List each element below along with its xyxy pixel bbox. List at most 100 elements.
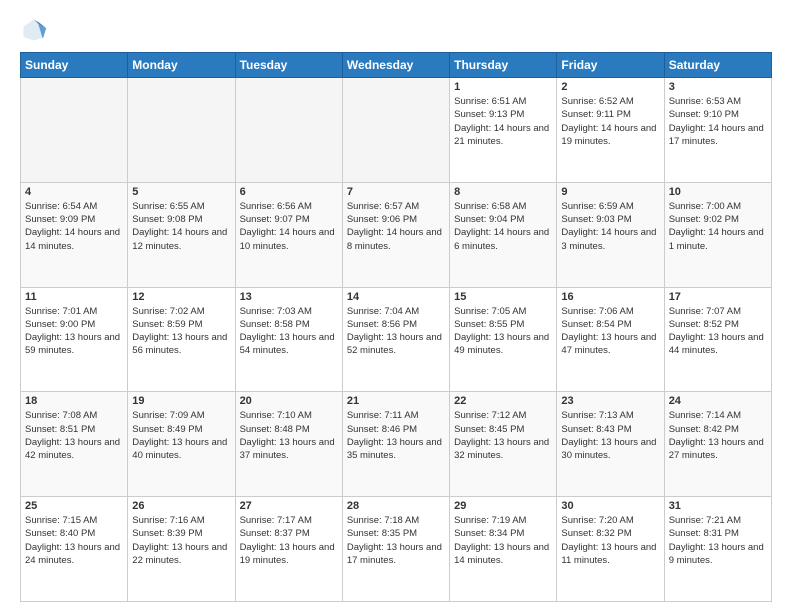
day-header-saturday: Saturday (664, 53, 771, 78)
day-info: Sunrise: 7:03 AMSunset: 8:58 PMDaylight:… (240, 306, 335, 357)
day-cell: 22 Sunrise: 7:12 AMSunset: 8:45 PMDayligh… (450, 392, 557, 497)
day-number: 17 (669, 291, 767, 303)
day-info: Sunrise: 7:13 AMSunset: 8:43 PMDaylight:… (561, 410, 656, 461)
day-cell: 5 Sunrise: 6:55 AMSunset: 9:08 PMDaylight… (128, 182, 235, 287)
day-cell (21, 78, 128, 183)
day-cell: 10 Sunrise: 7:00 AMSunset: 9:02 PMDayligh… (664, 182, 771, 287)
day-cell: 9Sunrise: 6:59 AMSunset: 9:03 PMDaylight… (557, 182, 664, 287)
day-number: 15 (454, 291, 552, 303)
day-info: Sunrise: 7:02 AMSunset: 8:59 PMDaylight:… (132, 306, 227, 357)
day-cell: 2Sunrise: 6:52 AMSunset: 9:11 PMDaylight… (557, 78, 664, 183)
day-number: 25 (25, 500, 123, 512)
day-number: 8 (454, 186, 552, 198)
day-cell (128, 78, 235, 183)
day-number: 27 (240, 500, 338, 512)
day-number: 19 (132, 395, 230, 407)
day-header-friday: Friday (557, 53, 664, 78)
week-row-4: 18 Sunrise: 7:08 AMSunset: 8:51 PMDayligh… (21, 392, 772, 497)
day-number: 18 (25, 395, 123, 407)
day-info: Sunrise: 7:15 AMSunset: 8:40 PMDaylight:… (25, 515, 120, 566)
day-number: 7 (347, 186, 445, 198)
day-cell: 3 Sunrise: 6:53 AMSunset: 9:10 PMDaylight… (664, 78, 771, 183)
day-info: Sunrise: 7:21 AMSunset: 8:31 PMDaylight:… (669, 515, 764, 566)
day-number: 24 (669, 395, 767, 407)
day-info: Sunrise: 7:00 AMSunset: 9:02 PMDaylight:… (669, 201, 764, 252)
day-info: Sunrise: 6:57 AMSunset: 9:06 PMDaylight:… (347, 201, 442, 252)
day-number: 22 (454, 395, 552, 407)
day-header-monday: Monday (128, 53, 235, 78)
day-number: 29 (454, 500, 552, 512)
day-number: 4 (25, 186, 123, 198)
day-cell: 25 Sunrise: 7:15 AMSunset: 8:40 PMDayligh… (21, 497, 128, 602)
day-cell: 28 Sunrise: 7:18 AMSunset: 8:35 PMDayligh… (342, 497, 449, 602)
day-cell: 1 Sunrise: 6:51 AMSunset: 9:13 PMDaylight… (450, 78, 557, 183)
day-info: Sunrise: 7:16 AMSunset: 8:39 PMDaylight:… (132, 515, 227, 566)
day-info: Sunrise: 7:07 AMSunset: 8:52 PMDaylight:… (669, 306, 764, 357)
day-number: 14 (347, 291, 445, 303)
day-info: Sunrise: 7:09 AMSunset: 8:49 PMDaylight:… (132, 410, 227, 461)
day-cell: 27Sunrise: 7:17 AMSunset: 8:37 PMDayligh… (235, 497, 342, 602)
logo (20, 16, 52, 44)
day-cell: 21 Sunrise: 7:11 AMSunset: 8:46 PMDayligh… (342, 392, 449, 497)
day-number: 5 (132, 186, 230, 198)
day-cell: 12 Sunrise: 7:02 AMSunset: 8:59 PMDayligh… (128, 287, 235, 392)
day-cell (235, 78, 342, 183)
day-info: Sunrise: 7:12 AMSunset: 8:45 PMDaylight:… (454, 410, 549, 461)
day-info: Sunrise: 7:18 AMSunset: 8:35 PMDaylight:… (347, 515, 442, 566)
day-cell: 18 Sunrise: 7:08 AMSunset: 8:51 PMDayligh… (21, 392, 128, 497)
day-info: Sunrise: 7:01 AMSunset: 9:00 PMDaylight:… (25, 306, 120, 357)
day-info: Sunrise: 7:20 AMSunset: 8:32 PMDaylight:… (561, 515, 656, 566)
day-cell: 14 Sunrise: 7:04 AMSunset: 8:56 PMDayligh… (342, 287, 449, 392)
day-cell: 6Sunrise: 6:56 AMSunset: 9:07 PMDaylight… (235, 182, 342, 287)
day-header-row: SundayMondayTuesdayWednesdayThursdayFrid… (21, 53, 772, 78)
day-cell: 29Sunrise: 7:19 AMSunset: 8:34 PMDayligh… (450, 497, 557, 602)
day-info: Sunrise: 7:10 AMSunset: 8:48 PMDaylight:… (240, 410, 335, 461)
day-cell: 15 Sunrise: 7:05 AMSunset: 8:55 PMDayligh… (450, 287, 557, 392)
day-number: 20 (240, 395, 338, 407)
calendar: SundayMondayTuesdayWednesdayThursdayFrid… (20, 52, 772, 602)
day-number: 26 (132, 500, 230, 512)
calendar-body: 1 Sunrise: 6:51 AMSunset: 9:13 PMDaylight… (21, 78, 772, 602)
day-number: 13 (240, 291, 338, 303)
day-info: Sunrise: 6:56 AMSunset: 9:07 PMDaylight:… (240, 201, 335, 252)
calendar-header: SundayMondayTuesdayWednesdayThursdayFrid… (21, 53, 772, 78)
day-info: Sunrise: 6:53 AMSunset: 9:10 PMDaylight:… (669, 96, 764, 147)
day-cell: 23 Sunrise: 7:13 AMSunset: 8:43 PMDayligh… (557, 392, 664, 497)
day-cell: 24 Sunrise: 7:14 AMSunset: 8:42 PMDayligh… (664, 392, 771, 497)
day-number: 3 (669, 81, 767, 93)
day-number: 10 (669, 186, 767, 198)
day-info: Sunrise: 6:54 AMSunset: 9:09 PMDaylight:… (25, 201, 120, 252)
day-info: Sunrise: 7:05 AMSunset: 8:55 PMDaylight:… (454, 306, 549, 357)
day-number: 23 (561, 395, 659, 407)
day-number: 12 (132, 291, 230, 303)
day-info: Sunrise: 7:14 AMSunset: 8:42 PMDaylight:… (669, 410, 764, 461)
day-cell (342, 78, 449, 183)
day-info: Sunrise: 6:55 AMSunset: 9:08 PMDaylight:… (132, 201, 227, 252)
day-info: Sunrise: 6:52 AMSunset: 9:11 PMDaylight:… (561, 96, 656, 147)
day-info: Sunrise: 7:08 AMSunset: 8:51 PMDaylight:… (25, 410, 120, 461)
day-header-sunday: Sunday (21, 53, 128, 78)
day-cell: 26 Sunrise: 7:16 AMSunset: 8:39 PMDayligh… (128, 497, 235, 602)
day-cell: 7 Sunrise: 6:57 AMSunset: 9:06 PMDaylight… (342, 182, 449, 287)
day-number: 1 (454, 81, 552, 93)
week-row-5: 25 Sunrise: 7:15 AMSunset: 8:40 PMDayligh… (21, 497, 772, 602)
day-number: 30 (561, 500, 659, 512)
day-info: Sunrise: 6:51 AMSunset: 9:13 PMDaylight:… (454, 96, 549, 147)
page: SundayMondayTuesdayWednesdayThursdayFrid… (0, 0, 792, 612)
day-number: 28 (347, 500, 445, 512)
day-number: 11 (25, 291, 123, 303)
day-info: Sunrise: 7:11 AMSunset: 8:46 PMDaylight:… (347, 410, 442, 461)
week-row-2: 4 Sunrise: 6:54 AMSunset: 9:09 PMDaylight… (21, 182, 772, 287)
day-cell: 19 Sunrise: 7:09 AMSunset: 8:49 PMDayligh… (128, 392, 235, 497)
day-number: 16 (561, 291, 659, 303)
day-number: 21 (347, 395, 445, 407)
day-info: Sunrise: 7:04 AMSunset: 8:56 PMDaylight:… (347, 306, 442, 357)
day-cell: 31 Sunrise: 7:21 AMSunset: 8:31 PMDayligh… (664, 497, 771, 602)
day-cell: 30 Sunrise: 7:20 AMSunset: 8:32 PMDayligh… (557, 497, 664, 602)
day-info: Sunrise: 6:59 AMSunset: 9:03 PMDaylight:… (561, 201, 656, 252)
day-header-thursday: Thursday (450, 53, 557, 78)
day-number: 31 (669, 500, 767, 512)
day-header-tuesday: Tuesday (235, 53, 342, 78)
day-cell: 20 Sunrise: 7:10 AMSunset: 8:48 PMDayligh… (235, 392, 342, 497)
logo-icon (20, 16, 48, 44)
